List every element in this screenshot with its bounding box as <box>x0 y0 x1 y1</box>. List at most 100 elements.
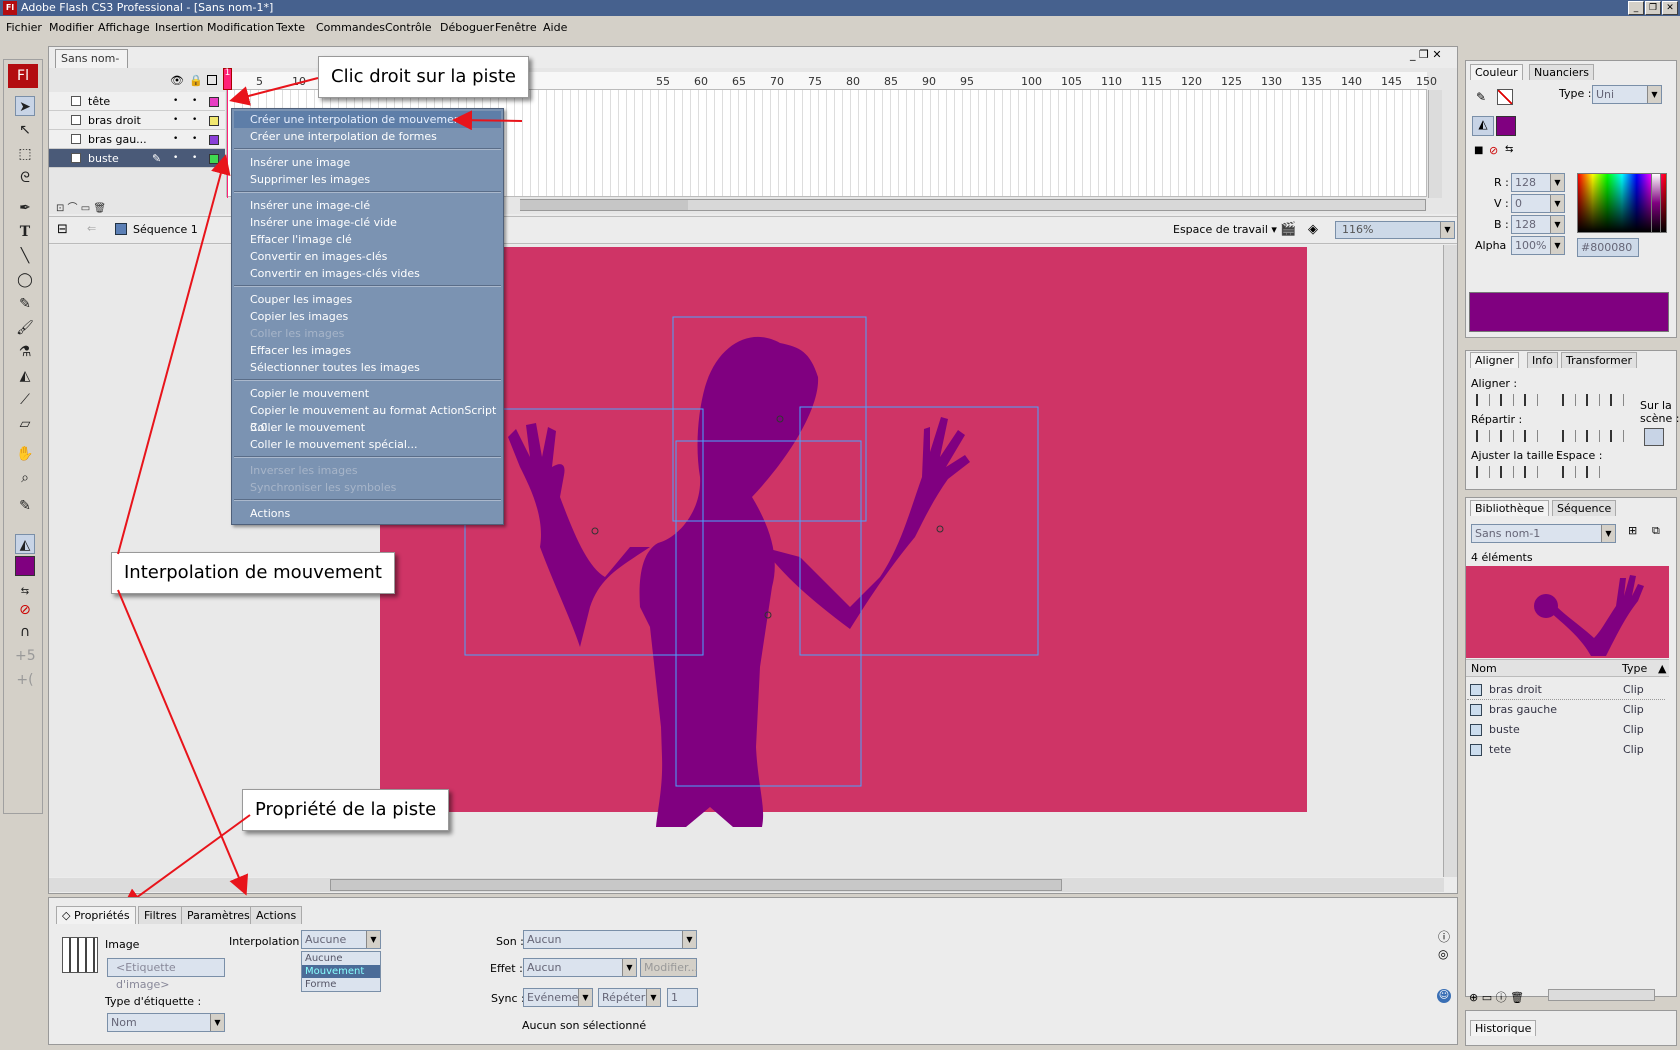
visibility-dot[interactable]: • <box>173 149 178 168</box>
menu-commandes[interactable]: Commandes <box>316 21 385 34</box>
selection-tool-icon[interactable]: ➤ <box>15 96 35 116</box>
align-vcenter-icon[interactable] <box>1586 394 1600 406</box>
match-both-icon[interactable] <box>1524 466 1538 478</box>
stroke-pencil-icon[interactable]: ✎ <box>1476 90 1486 104</box>
oval-tool-icon[interactable]: ◯ <box>15 270 35 290</box>
space-vertical-icon[interactable] <box>1562 466 1576 478</box>
col-type[interactable]: Type <box>1622 662 1647 675</box>
to-stage-toggle[interactable] <box>1644 428 1664 446</box>
menu-item-create-shape-tween[interactable]: Créer une interpolation de formes <box>234 128 501 145</box>
chevron-down-icon[interactable]: ▼ <box>1550 174 1564 191</box>
menu-item-paste-motion-special[interactable]: Coller le mouvement spécial... <box>234 436 501 453</box>
sync-select[interactable]: Evénement ▼ <box>523 988 593 1007</box>
edit-symbol-icon[interactable]: 🎬 <box>1280 222 1296 237</box>
g-input[interactable]: 0 ▼ <box>1511 194 1565 213</box>
menu-item-clear-keyframe[interactable]: Effacer l'image clé <box>234 231 501 248</box>
option-aucune[interactable]: Aucune <box>302 952 380 965</box>
tab-proprietes[interactable]: ◇ Propriétés <box>56 906 136 924</box>
default-colors-icon[interactable]: ■ <box>1474 145 1483 156</box>
menu-item-copy-motion-as3[interactable]: Copier le mouvement au format ActionScri… <box>234 402 501 434</box>
tab-sequence[interactable]: Séquence <box>1552 500 1617 516</box>
chevron-down-icon[interactable]: ▼ <box>578 989 592 1006</box>
align-bottom-icon[interactable] <box>1610 394 1624 406</box>
tab-parametres[interactable]: Paramètres <box>181 906 256 924</box>
layer-controls[interactable]: ⊡ ⌒ ▭ 🗑 <box>56 199 106 214</box>
layer-color-swatch[interactable] <box>209 135 219 145</box>
library-hscroll[interactable] <box>1548 989 1655 1001</box>
minimize-button[interactable]: _ <box>1628 1 1644 15</box>
menu-fenetre[interactable]: Fenêtre <box>495 21 537 34</box>
space-horizontal-icon[interactable] <box>1586 466 1600 478</box>
workspace-button[interactable]: Espace de travail ▾ <box>1173 223 1277 236</box>
stage-vscroll[interactable] <box>1443 245 1457 877</box>
swap-colors-icon[interactable]: ⇆ <box>1505 144 1513 155</box>
layer-color-swatch[interactable] <box>209 97 219 107</box>
label-type-select[interactable]: Nom ▼ <box>107 1013 225 1032</box>
menu-item-convert-keyframes[interactable]: Convertir en images-clés <box>234 248 501 265</box>
menu-item-clear-frames[interactable]: Effacer les images <box>234 342 501 359</box>
pin-library-icon[interactable]: ⊞ <box>1628 524 1637 537</box>
paint-bucket-tool-icon[interactable]: ◭ <box>15 366 35 386</box>
timeline-scroll-thumb[interactable] <box>520 200 688 210</box>
layer-bras-gauche[interactable]: bras gau... • • <box>49 130 225 149</box>
back-arrow-icon[interactable]: ⇐ <box>87 222 96 235</box>
menu-controle[interactable]: Contrôle <box>385 21 432 34</box>
frame-label-input[interactable]: <Etiquette d'image> <box>107 958 225 991</box>
sort-arrow-icon[interactable]: ▲ <box>1658 662 1666 675</box>
sound-select[interactable]: Aucun ▼ <box>523 930 697 949</box>
tab-filtres[interactable]: Filtres <box>138 906 183 924</box>
repeat-count-input[interactable]: 1 <box>667 988 698 1007</box>
edit-scene-icon[interactable]: ◈ <box>1308 222 1318 237</box>
pencil-tool-icon[interactable]: ✎ <box>15 294 35 314</box>
menu-item-actions[interactable]: Actions <box>234 505 501 522</box>
distribute-hcenter-icon[interactable] <box>1586 430 1600 442</box>
distribute-right-icon[interactable] <box>1610 430 1624 442</box>
zoom-select[interactable]: 116% ▼ <box>1335 221 1455 239</box>
lock-dot[interactable]: • <box>192 111 197 130</box>
new-library-icon[interactable]: ⧉ <box>1652 524 1660 538</box>
r-input[interactable]: 128 ▼ <box>1511 173 1565 192</box>
timeline-vscroll[interactable] <box>1428 90 1442 198</box>
option-forme[interactable]: Forme <box>302 978 380 991</box>
free-transform-tool-icon[interactable]: ⬚ <box>15 144 35 164</box>
accessibility-icon[interactable]: ☺ <box>1437 989 1451 1003</box>
expand-icon[interactable]: ◎ <box>1438 947 1448 961</box>
tab-nuanciers[interactable]: Nuanciers <box>1529 64 1595 80</box>
menu-deboguer[interactable]: Déboguer <box>440 21 494 34</box>
menu-item-copy-frames[interactable]: Copier les images <box>234 308 501 325</box>
menu-item-insert-blank-keyframe[interactable]: Insérer une image-clé vide <box>234 214 501 231</box>
layer-tete[interactable]: tête • • <box>49 92 225 111</box>
distribute-left-icon[interactable] <box>1562 430 1576 442</box>
match-width-icon[interactable] <box>1476 466 1490 478</box>
library-item[interactable]: tete Clip <box>1467 740 1665 760</box>
outline-icon[interactable] <box>207 75 217 85</box>
chevron-down-icon[interactable]: ▼ <box>1440 222 1454 238</box>
library-item[interactable]: bras gauche Clip <box>1467 700 1665 720</box>
snap-magnet-icon[interactable]: ∩ <box>15 622 35 642</box>
hand-tool-icon[interactable]: ✋ <box>15 444 35 464</box>
menu-modification[interactable]: Modification <box>207 21 274 34</box>
lock-dot[interactable]: • <box>192 149 197 168</box>
menu-item-insert-frame[interactable]: Insérer une image <box>234 154 501 171</box>
tab-aligner[interactable]: Aligner <box>1470 352 1519 368</box>
menu-item-insert-keyframe[interactable]: Insérer une image-clé <box>234 197 501 214</box>
swap-colors-icon[interactable]: ⇆ <box>15 582 35 602</box>
close-button[interactable]: ✕ <box>1662 1 1678 15</box>
menu-item-copy-motion[interactable]: Copier le mouvement <box>234 385 501 402</box>
library-item[interactable]: bras droit Clip <box>1467 680 1665 700</box>
eye-icon[interactable]: 👁 <box>170 74 184 87</box>
chevron-down-icon[interactable]: ▼ <box>646 989 660 1006</box>
layer-buste[interactable]: buste ✎ • • <box>49 149 225 168</box>
lasso-tool-icon[interactable]: ᘓ <box>15 168 35 188</box>
chevron-down-icon[interactable]: ▼ <box>682 931 696 948</box>
ink-bottle-tool-icon[interactable]: ⚗ <box>15 342 35 362</box>
timeline-toggle-icon[interactable]: ⊟ <box>57 222 68 237</box>
document-tab[interactable]: Sans nom-1* <box>55 49 128 83</box>
menu-texte[interactable]: Texte <box>276 21 305 34</box>
layer-color-swatch[interactable] <box>209 154 219 164</box>
lock-icon[interactable]: 🔒 <box>189 74 203 87</box>
eraser-tool-icon[interactable]: ▱ <box>15 414 35 434</box>
help-icon[interactable]: ⓘ <box>1438 928 1450 945</box>
menu-item-create-motion-tween[interactable]: Créer une interpolation de mouvement <box>234 111 501 128</box>
tab-couleur[interactable]: Couleur <box>1470 64 1523 80</box>
